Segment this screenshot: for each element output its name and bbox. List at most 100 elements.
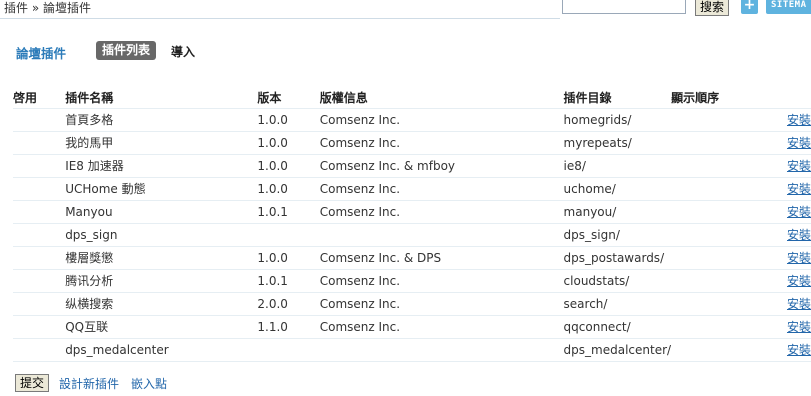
sitemap-button[interactable]: SITEMA	[766, 0, 811, 14]
table-row: Manyou 1.0.1 Comsenz Inc. manyou/ 安裝	[13, 200, 811, 224]
col-action	[749, 86, 811, 109]
plugin-copyright: Comsenz Inc.	[319, 292, 564, 316]
breadcrumb: 插件 » 論壇插件	[4, 1, 91, 15]
page-title: 論壇插件	[16, 46, 67, 61]
plugin-name: 我的馬甲	[65, 131, 258, 155]
header-divider	[0, 18, 560, 19]
plugin-name: dps_sign	[65, 223, 258, 247]
plugin-version: 1.0.1	[257, 269, 320, 293]
enabled-cell	[13, 246, 66, 270]
plugin-version: 1.0.0	[257, 154, 320, 178]
table-row: 我的馬甲 1.0.0 Comsenz Inc. myrepeats/ 安裝	[13, 131, 811, 155]
plugin-directory: dps_postawards/	[563, 246, 672, 270]
plugin-directory: myrepeats/	[563, 131, 672, 155]
table-header-row: 啓用 插件名稱 版本 版權信息 插件目錄 顯示順序	[13, 86, 811, 109]
plugin-directory: dps_sign/	[563, 223, 672, 247]
display-order-cell	[671, 269, 750, 293]
submit-button[interactable]: 提交	[15, 374, 49, 392]
plugin-version	[257, 223, 320, 247]
install-link[interactable]: 安裝	[787, 343, 811, 357]
col-copyright: 版權信息	[319, 86, 564, 109]
display-order-cell	[671, 200, 750, 224]
plugin-directory: uchome/	[563, 177, 672, 201]
design-new-plugin-link[interactable]: 設計新插件	[59, 375, 119, 392]
enabled-cell	[13, 223, 66, 247]
table-row: 纵横搜索 2.0.0 Comsenz Inc. search/ 安裝	[13, 292, 811, 316]
plugin-copyright: Comsenz Inc.	[319, 269, 564, 293]
plugin-copyright: Comsenz Inc. & mfboy	[319, 154, 564, 178]
display-order-cell	[671, 292, 750, 316]
plugin-copyright: Comsenz Inc.	[319, 131, 564, 155]
table-row: dps_sign dps_sign/ 安裝	[13, 223, 811, 247]
enabled-cell	[13, 338, 66, 362]
col-version: 版本	[257, 86, 320, 109]
add-shortcut-button[interactable]: +	[741, 0, 758, 14]
install-link[interactable]: 安裝	[787, 320, 811, 334]
plugin-copyright: Comsenz Inc.	[319, 315, 564, 339]
plugin-name: dps_medalcenter	[65, 338, 258, 362]
install-link[interactable]: 安裝	[787, 274, 811, 288]
install-link[interactable]: 安裝	[787, 182, 811, 196]
plugin-version: 1.0.1	[257, 200, 320, 224]
table-row: 樓層獎懲 1.0.0 Comsenz Inc. & DPS dps_postaw…	[13, 246, 811, 270]
table-row: 首頁多格 1.0.0 Comsenz Inc. homegrids/ 安裝	[13, 108, 811, 132]
enabled-cell	[13, 177, 66, 201]
display-order-cell	[671, 338, 750, 362]
plugin-name: 腾讯分析	[65, 269, 258, 293]
display-order-cell	[671, 246, 750, 270]
hooks-link[interactable]: 嵌入點	[131, 375, 167, 392]
plugin-name: 纵横搜索	[65, 292, 258, 316]
tab-plugin-list[interactable]: 插件列表	[96, 41, 157, 60]
plugin-copyright	[319, 338, 564, 362]
plugin-directory: homegrids/	[563, 108, 672, 132]
install-link[interactable]: 安裝	[787, 136, 811, 150]
col-plugin-name: 插件名稱	[65, 86, 258, 109]
table-row: QQ互联 1.1.0 Comsenz Inc. qqconnect/ 安裝	[13, 315, 811, 339]
plugin-name: 樓層獎懲	[65, 246, 258, 270]
top-bar: 插件 » 論壇插件 搜索 + SITEMA	[0, 0, 811, 19]
plugin-copyright: Comsenz Inc.	[319, 200, 564, 224]
col-display-order: 顯示順序	[671, 86, 750, 109]
plugin-directory: ie8/	[563, 154, 672, 178]
search-button[interactable]: 搜索	[695, 0, 729, 16]
table-row: UCHome 動態 1.0.0 Comsenz Inc. uchome/ 安裝	[13, 177, 811, 201]
plugin-directory: qqconnect/	[563, 315, 672, 339]
plugin-version: 1.0.0	[257, 131, 320, 155]
plugin-directory: cloudstats/	[563, 269, 672, 293]
plugin-directory: manyou/	[563, 200, 672, 224]
install-link[interactable]: 安裝	[787, 113, 811, 127]
display-order-cell	[671, 315, 750, 339]
install-link[interactable]: 安裝	[787, 228, 811, 242]
display-order-cell	[671, 223, 750, 247]
plugin-copyright	[319, 223, 564, 247]
tab-import[interactable]: 導入	[171, 43, 195, 60]
plugin-version: 2.0.0	[257, 292, 320, 316]
plugin-version	[257, 338, 320, 362]
install-link[interactable]: 安裝	[787, 205, 811, 219]
plugin-name: IE8 加速器	[65, 154, 258, 178]
table-row: IE8 加速器 1.0.0 Comsenz Inc. & mfboy ie8/ …	[13, 154, 811, 178]
enabled-cell	[13, 200, 66, 224]
install-link[interactable]: 安裝	[787, 251, 811, 265]
plugin-version: 1.1.0	[257, 315, 320, 339]
install-link[interactable]: 安裝	[787, 297, 811, 311]
plugin-name: QQ互联	[65, 315, 258, 339]
install-link[interactable]: 安裝	[787, 159, 811, 173]
plugin-version: 1.0.0	[257, 246, 320, 270]
plugin-directory: search/	[563, 292, 672, 316]
table-row: 腾讯分析 1.0.1 Comsenz Inc. cloudstats/ 安裝	[13, 269, 811, 293]
plugin-table: 啓用 插件名稱 版本 版權信息 插件目錄 顯示順序 首頁多格 1.0.0 Com…	[13, 86, 811, 362]
search-input[interactable]	[562, 0, 686, 14]
display-order-cell	[671, 108, 750, 132]
col-enabled: 啓用	[13, 86, 66, 109]
plugin-name: Manyou	[65, 200, 258, 224]
plugin-version: 1.0.0	[257, 108, 320, 132]
enabled-cell	[13, 154, 66, 178]
plugin-name: UCHome 動態	[65, 177, 258, 201]
enabled-cell	[13, 131, 66, 155]
plugin-directory: dps_medalcenter/	[563, 338, 672, 362]
col-directory: 插件目錄	[563, 86, 672, 109]
enabled-cell	[13, 269, 66, 293]
enabled-cell	[13, 292, 66, 316]
enabled-cell	[13, 108, 66, 132]
